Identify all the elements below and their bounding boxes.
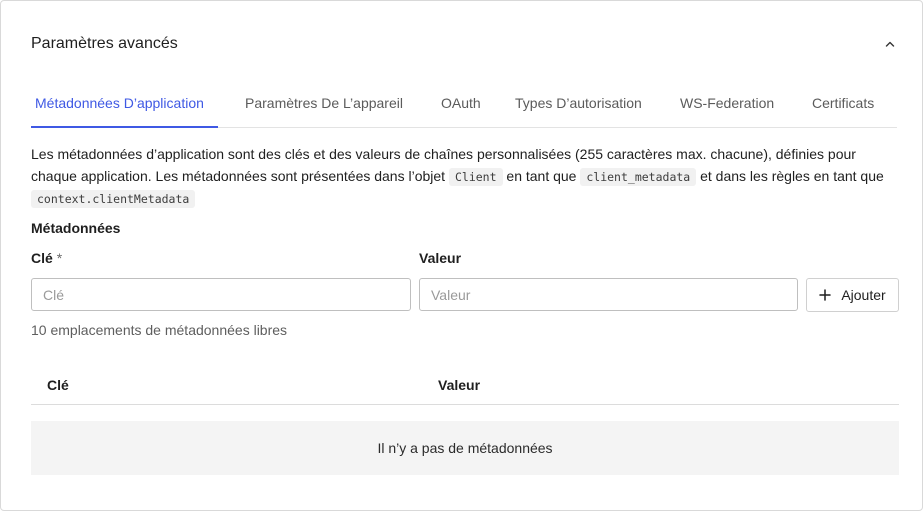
chevron-up-icon[interactable] <box>883 37 897 51</box>
code-context-client-metadata: context.clientMetadata <box>31 190 196 208</box>
add-button-label: Ajouter <box>841 287 886 303</box>
metadata-value-input[interactable] <box>419 278 798 311</box>
panel-title: Paramètres avancés <box>31 35 178 52</box>
tab-application-metadata[interactable]: Métadonnées D’application <box>31 87 218 128</box>
add-metadata-button[interactable]: Ajouter <box>806 278 899 312</box>
free-slots-text: 10 emplacements de métadonnées libres <box>31 322 288 338</box>
description-text: en tant que <box>506 167 577 184</box>
value-field-label: Valeur <box>419 250 462 266</box>
metadata-section-label: Métadonnées <box>31 220 121 236</box>
empty-table-message: Il n’y a pas de métadonnées <box>31 421 899 475</box>
column-header-value: Valeur <box>438 377 481 393</box>
tab-ws-federation[interactable]: WS-Federation <box>680 87 774 128</box>
tab-oauth[interactable]: OAuth <box>441 87 481 128</box>
tab-certificates[interactable]: Certificats <box>812 87 874 128</box>
code-client: Client <box>448 167 503 186</box>
metadata-key-input[interactable] <box>31 278 411 311</box>
required-mark: * <box>56 250 63 266</box>
description-text: et dans les règles en tant que <box>700 167 884 184</box>
advanced-settings-panel: Paramètres avancés Métadonnées D’applica… <box>0 0 923 511</box>
key-field-label: Clé * <box>31 250 62 266</box>
metadata-description: Les métadonnées d’application sont des c… <box>31 144 891 211</box>
panel-header[interactable]: Paramètres avancés <box>31 34 897 54</box>
key-label-text: Clé <box>31 250 53 266</box>
column-header-key: Clé <box>47 377 69 393</box>
code-client-metadata: client_metadata <box>580 167 697 186</box>
tab-bar: Métadonnées D’application Paramètres De … <box>31 87 897 128</box>
metadata-table-header: Clé Valeur <box>31 365 899 405</box>
plus-icon <box>819 289 832 301</box>
tab-device-settings[interactable]: Paramètres De L’appareil <box>245 87 403 128</box>
tab-grant-types[interactable]: Types D’autorisation <box>515 87 642 128</box>
